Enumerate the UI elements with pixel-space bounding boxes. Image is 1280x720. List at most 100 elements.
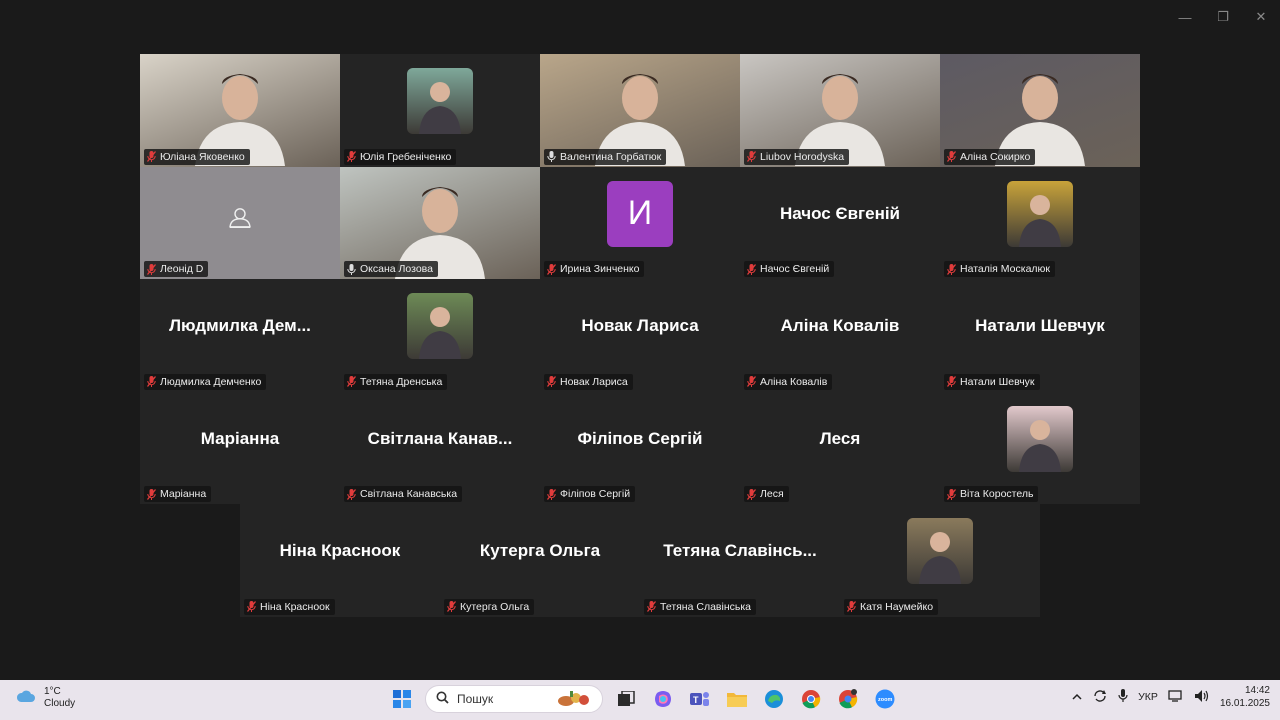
participant-tile[interactable]: Новак Лариса Новак Лариса — [540, 279, 740, 392]
participant-tile[interactable]: Кутерга Ольга Кутерга Ольга — [440, 504, 640, 617]
taskbar-apps: Пошук T zoom — [388, 685, 899, 713]
mic-icon — [347, 263, 356, 275]
restore-button[interactable]: ❐ — [1204, 0, 1242, 34]
sync-icon[interactable] — [1092, 689, 1108, 706]
participant-tile[interactable]: Оксана Лозова — [340, 166, 540, 279]
weather-widget[interactable]: 1°C Cloudy — [16, 686, 75, 710]
network-icon[interactable] — [1168, 689, 1184, 706]
participant-tile[interactable]: Натали Шевчук Натали Шевчук — [940, 279, 1140, 392]
edge-icon[interactable] — [760, 685, 788, 713]
participant-name: Леонід D — [160, 263, 204, 275]
mic-muted-icon — [147, 376, 156, 387]
mic-muted-icon — [947, 488, 956, 500]
mic-muted-icon — [247, 601, 256, 612]
task-view-icon[interactable] — [612, 685, 640, 713]
taskbar: 1°C Cloudy Пошук T zoom УКР 14:42 16.01.… — [0, 680, 1280, 720]
participant-name: Новак Лариса — [560, 375, 628, 388]
participant-tile[interactable]: Юліана Яковенко — [140, 54, 340, 167]
svg-text:zoom: zoom — [878, 697, 892, 703]
participant-name-label: Валентина Горбатюк — [544, 148, 667, 165]
mic-muted-icon — [147, 263, 156, 275]
participant-initial-avatar: И — [607, 180, 673, 247]
participant-name: Філіпов Сергій — [560, 488, 631, 500]
participant-photo — [407, 293, 473, 360]
mic-muted-icon — [647, 601, 656, 612]
minimize-button[interactable]: — — [1166, 0, 1204, 34]
chrome-icon[interactable] — [797, 685, 825, 713]
mic-muted-icon — [347, 488, 356, 500]
copilot-icon[interactable] — [649, 685, 677, 713]
participant-tile[interactable]: И Ирина Зинченко — [540, 166, 740, 279]
participant-name-label: Начос Євгеній — [744, 261, 835, 277]
participant-name: Аліна Сокирко — [960, 150, 1031, 163]
participant-name-label: Натали Шевчук — [944, 373, 1040, 390]
teams-icon[interactable]: T — [686, 685, 714, 713]
participant-name: Віта Коростель — [960, 488, 1034, 500]
taskbar-search[interactable]: Пошук — [425, 685, 603, 713]
participant-name: Начос Євгеній — [760, 263, 830, 275]
participant-name: Валентина Горбатюк — [560, 150, 662, 163]
participant-name: Маріанна — [160, 488, 207, 500]
participant-name: Людмилка Демченко — [160, 375, 262, 388]
mic-muted-icon — [947, 376, 956, 387]
participant-name: Аліна Ковалів — [760, 375, 828, 388]
participant-name-label: Ирина Зинченко — [544, 261, 645, 277]
participant-photo — [1007, 405, 1073, 472]
participant-tile[interactable]: Юлія Гребеніченко — [340, 54, 540, 167]
participant-tile[interactable]: Віта Коростель — [940, 391, 1140, 504]
mic-muted-icon — [547, 376, 556, 387]
participant-name-label: Аліна Сокирко — [944, 148, 1036, 165]
participant-name-label: Тетяна Дренська — [344, 373, 448, 390]
participant-tile[interactable]: Філіпов Сергій Філіпов Сергій — [540, 391, 740, 504]
volume-icon[interactable] — [1194, 689, 1210, 706]
window-controls: — ❐ ✕ — [1166, 0, 1280, 34]
clock-date: 16.01.2025 — [1219, 698, 1270, 709]
participant-tile[interactable]: Аліна Сокирко — [940, 54, 1140, 167]
mic-muted-icon — [547, 263, 556, 275]
participant-name-label: Віта Коростель — [944, 486, 1039, 502]
participant-name-label: Новак Лариса — [544, 373, 633, 390]
participant-name: Юліана Яковенко — [160, 150, 245, 163]
participant-tile[interactable]: Леонід D — [140, 166, 340, 279]
participant-tile[interactable]: Тетяна Славінсь... Тетяна Славінська — [640, 504, 840, 617]
participant-tile[interactable]: Валентина Горбатюк — [540, 54, 740, 167]
participant-name-label: Світлана Канавська — [344, 486, 463, 502]
participant-name: Світлана Канавська — [360, 488, 458, 500]
participant-name-label: Катя Наумейко — [844, 598, 939, 615]
weather-temp: 1°C — [44, 686, 61, 697]
participant-tile[interactable]: Ніна Краснoок Ніна Краснoок — [240, 504, 440, 617]
mic-muted-icon — [547, 488, 556, 500]
close-button[interactable]: ✕ — [1242, 0, 1280, 34]
participant-name-label: Liubov Horodyska — [744, 148, 850, 165]
search-icon — [436, 691, 449, 707]
mic-muted-icon — [747, 376, 756, 387]
participant-tile[interactable]: Людмилка Дем... Людмилка Демченко — [140, 279, 340, 392]
participant-tile[interactable]: Наталія Москалюк — [940, 166, 1140, 279]
participant-tile[interactable]: Світлана Канав... Світлана Канавська — [340, 391, 540, 504]
participant-tile[interactable]: Аліна Ковалів Аліна Ковалів — [740, 279, 940, 392]
zoom-icon[interactable]: zoom — [871, 685, 899, 713]
participant-tile[interactable]: Тетяна Дренська — [340, 279, 540, 392]
participant-name: Тетяна Славінська — [660, 600, 752, 613]
chrome-profile-icon[interactable] — [834, 685, 862, 713]
windows-start-icon[interactable] — [388, 685, 416, 713]
svg-text:T: T — [693, 695, 699, 705]
language-indicator[interactable]: УКР — [1138, 691, 1158, 703]
participant-tile[interactable]: Леся Леся — [740, 391, 940, 504]
participant-name-label: Тетяна Славінська — [644, 598, 757, 615]
participant-name-label: Аліна Ковалів — [744, 373, 833, 390]
participant-display-name: Маріанна — [200, 428, 280, 448]
clock[interactable]: 14:42 16.01.2025 — [1220, 684, 1270, 710]
gallery-grid: Юліана Яковенко Юлія Гребеніченко Валентин… — [140, 54, 1140, 504]
participant-display-name: Ніна Краснoок — [279, 541, 401, 561]
participant-tile[interactable]: Маріанна Маріанна — [140, 391, 340, 504]
mic-muted-icon — [447, 601, 456, 612]
chevron-up-icon[interactable] — [1072, 691, 1082, 703]
microphone-icon[interactable] — [1118, 688, 1128, 706]
participant-tile[interactable]: Катя Наумейко — [840, 504, 1040, 617]
participant-tile[interactable]: Начос Євгеній Начос Євгеній — [740, 166, 940, 279]
participant-tile[interactable]: Liubov Horodyska — [740, 54, 940, 167]
clock-time: 14:42 — [1244, 685, 1270, 696]
file-explorer-icon[interactable] — [723, 685, 751, 713]
participant-name: Ніна Краснoок — [260, 600, 330, 613]
